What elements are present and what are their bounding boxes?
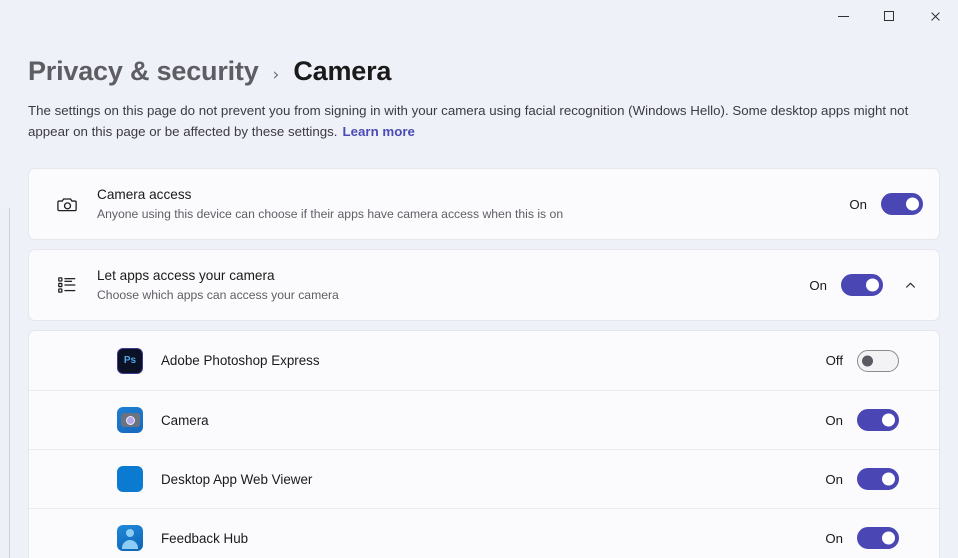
app-name: Desktop App Web Viewer — [161, 471, 313, 487]
close-button[interactable] — [912, 0, 958, 32]
page-description: The settings on this page do not prevent… — [28, 100, 940, 142]
feedback-hub-icon-head — [126, 529, 134, 537]
toggle-knob — [882, 531, 895, 545]
camera-app-icon-lens — [125, 415, 135, 425]
let-apps-access-camera-toggle[interactable] — [841, 274, 883, 296]
toggle-knob — [882, 472, 895, 486]
minimize-icon — [837, 15, 849, 17]
app-state-label: On — [825, 471, 843, 487]
minimize-button[interactable] — [820, 0, 866, 32]
app-name: Feedback Hub — [161, 530, 249, 546]
toggle-knob — [882, 413, 895, 427]
app-list-icon — [47, 274, 87, 296]
let-apps-access-camera-controls: On — [805, 272, 923, 298]
list-item[interactable]: Ps Adobe Photoshop Express Off — [29, 331, 939, 390]
app-state-label: On — [825, 530, 843, 546]
breadcrumb: Privacy & security › Camera — [28, 32, 940, 86]
close-icon — [930, 11, 941, 22]
breadcrumb-separator-icon: › — [272, 65, 280, 85]
page-title: Camera — [293, 56, 392, 86]
app-controls: On — [821, 409, 899, 431]
settings-cards: Camera access Anyone using this device c… — [28, 168, 940, 558]
let-apps-access-camera-card[interactable]: Let apps access your camera Choose which… — [28, 249, 940, 321]
let-apps-access-camera-subtitle: Choose which apps can access your camera — [97, 287, 339, 302]
toggle-knob — [862, 355, 873, 366]
camera-access-controls: On — [845, 193, 923, 215]
camera-app-icon-body — [120, 413, 140, 427]
camera-icon — [47, 193, 87, 216]
feedback-hub-icon-torso — [122, 540, 138, 549]
camera-app-icon — [117, 407, 143, 433]
camera-access-subtitle: Anyone using this device can choose if t… — [97, 206, 564, 221]
camera-access-card[interactable]: Camera access Anyone using this device c… — [28, 168, 940, 240]
camera-access-state-label: On — [849, 196, 867, 212]
list-item[interactable]: Feedback Hub On — [29, 508, 939, 558]
let-apps-access-camera-text: Let apps access your camera Choose which… — [87, 267, 805, 304]
app-name: Adobe Photoshop Express — [161, 353, 320, 368]
settings-content: Privacy & security › Camera The settings… — [0, 32, 958, 558]
app-name: Camera — [161, 412, 209, 428]
desktop-app-web-viewer-icon — [117, 466, 143, 492]
feedback-hub-icon — [117, 525, 143, 551]
toggle-knob — [906, 197, 919, 211]
photoshop-express-icon: Ps — [117, 347, 143, 374]
window-title-bar — [0, 0, 958, 32]
app-controls: On — [821, 468, 899, 490]
camera-access-text: Camera access Anyone using this device c… — [87, 186, 845, 223]
photoshop-express-icon-text: Ps — [123, 355, 137, 366]
list-item[interactable]: Desktop App Web Viewer On — [29, 449, 939, 508]
page-description-text: The settings on this page do not prevent… — [28, 103, 909, 139]
breadcrumb-parent-link[interactable]: Privacy & security — [28, 56, 259, 87]
let-apps-access-camera-state-label: On — [809, 277, 827, 293]
chevron-up-icon[interactable] — [897, 272, 923, 298]
toggle-knob — [866, 278, 879, 292]
maximize-icon — [884, 11, 894, 21]
app-permission-list: Ps Adobe Photoshop Express Off Camera On… — [28, 330, 940, 558]
list-item[interactable]: Camera On — [29, 390, 939, 449]
app-toggle[interactable] — [857, 409, 899, 431]
camera-access-toggle[interactable] — [881, 193, 923, 215]
app-toggle[interactable] — [857, 468, 899, 490]
app-state-label: Off — [825, 353, 843, 368]
app-controls: Off — [821, 349, 899, 372]
app-state-label: On — [825, 412, 843, 428]
learn-more-link[interactable]: Learn more — [343, 124, 415, 139]
camera-access-title: Camera access — [97, 186, 192, 202]
app-toggle[interactable] — [857, 527, 899, 549]
let-apps-access-camera-title: Let apps access your camera — [97, 267, 275, 283]
app-controls: On — [821, 527, 899, 549]
maximize-button[interactable] — [866, 0, 912, 32]
app-toggle[interactable] — [857, 349, 899, 372]
